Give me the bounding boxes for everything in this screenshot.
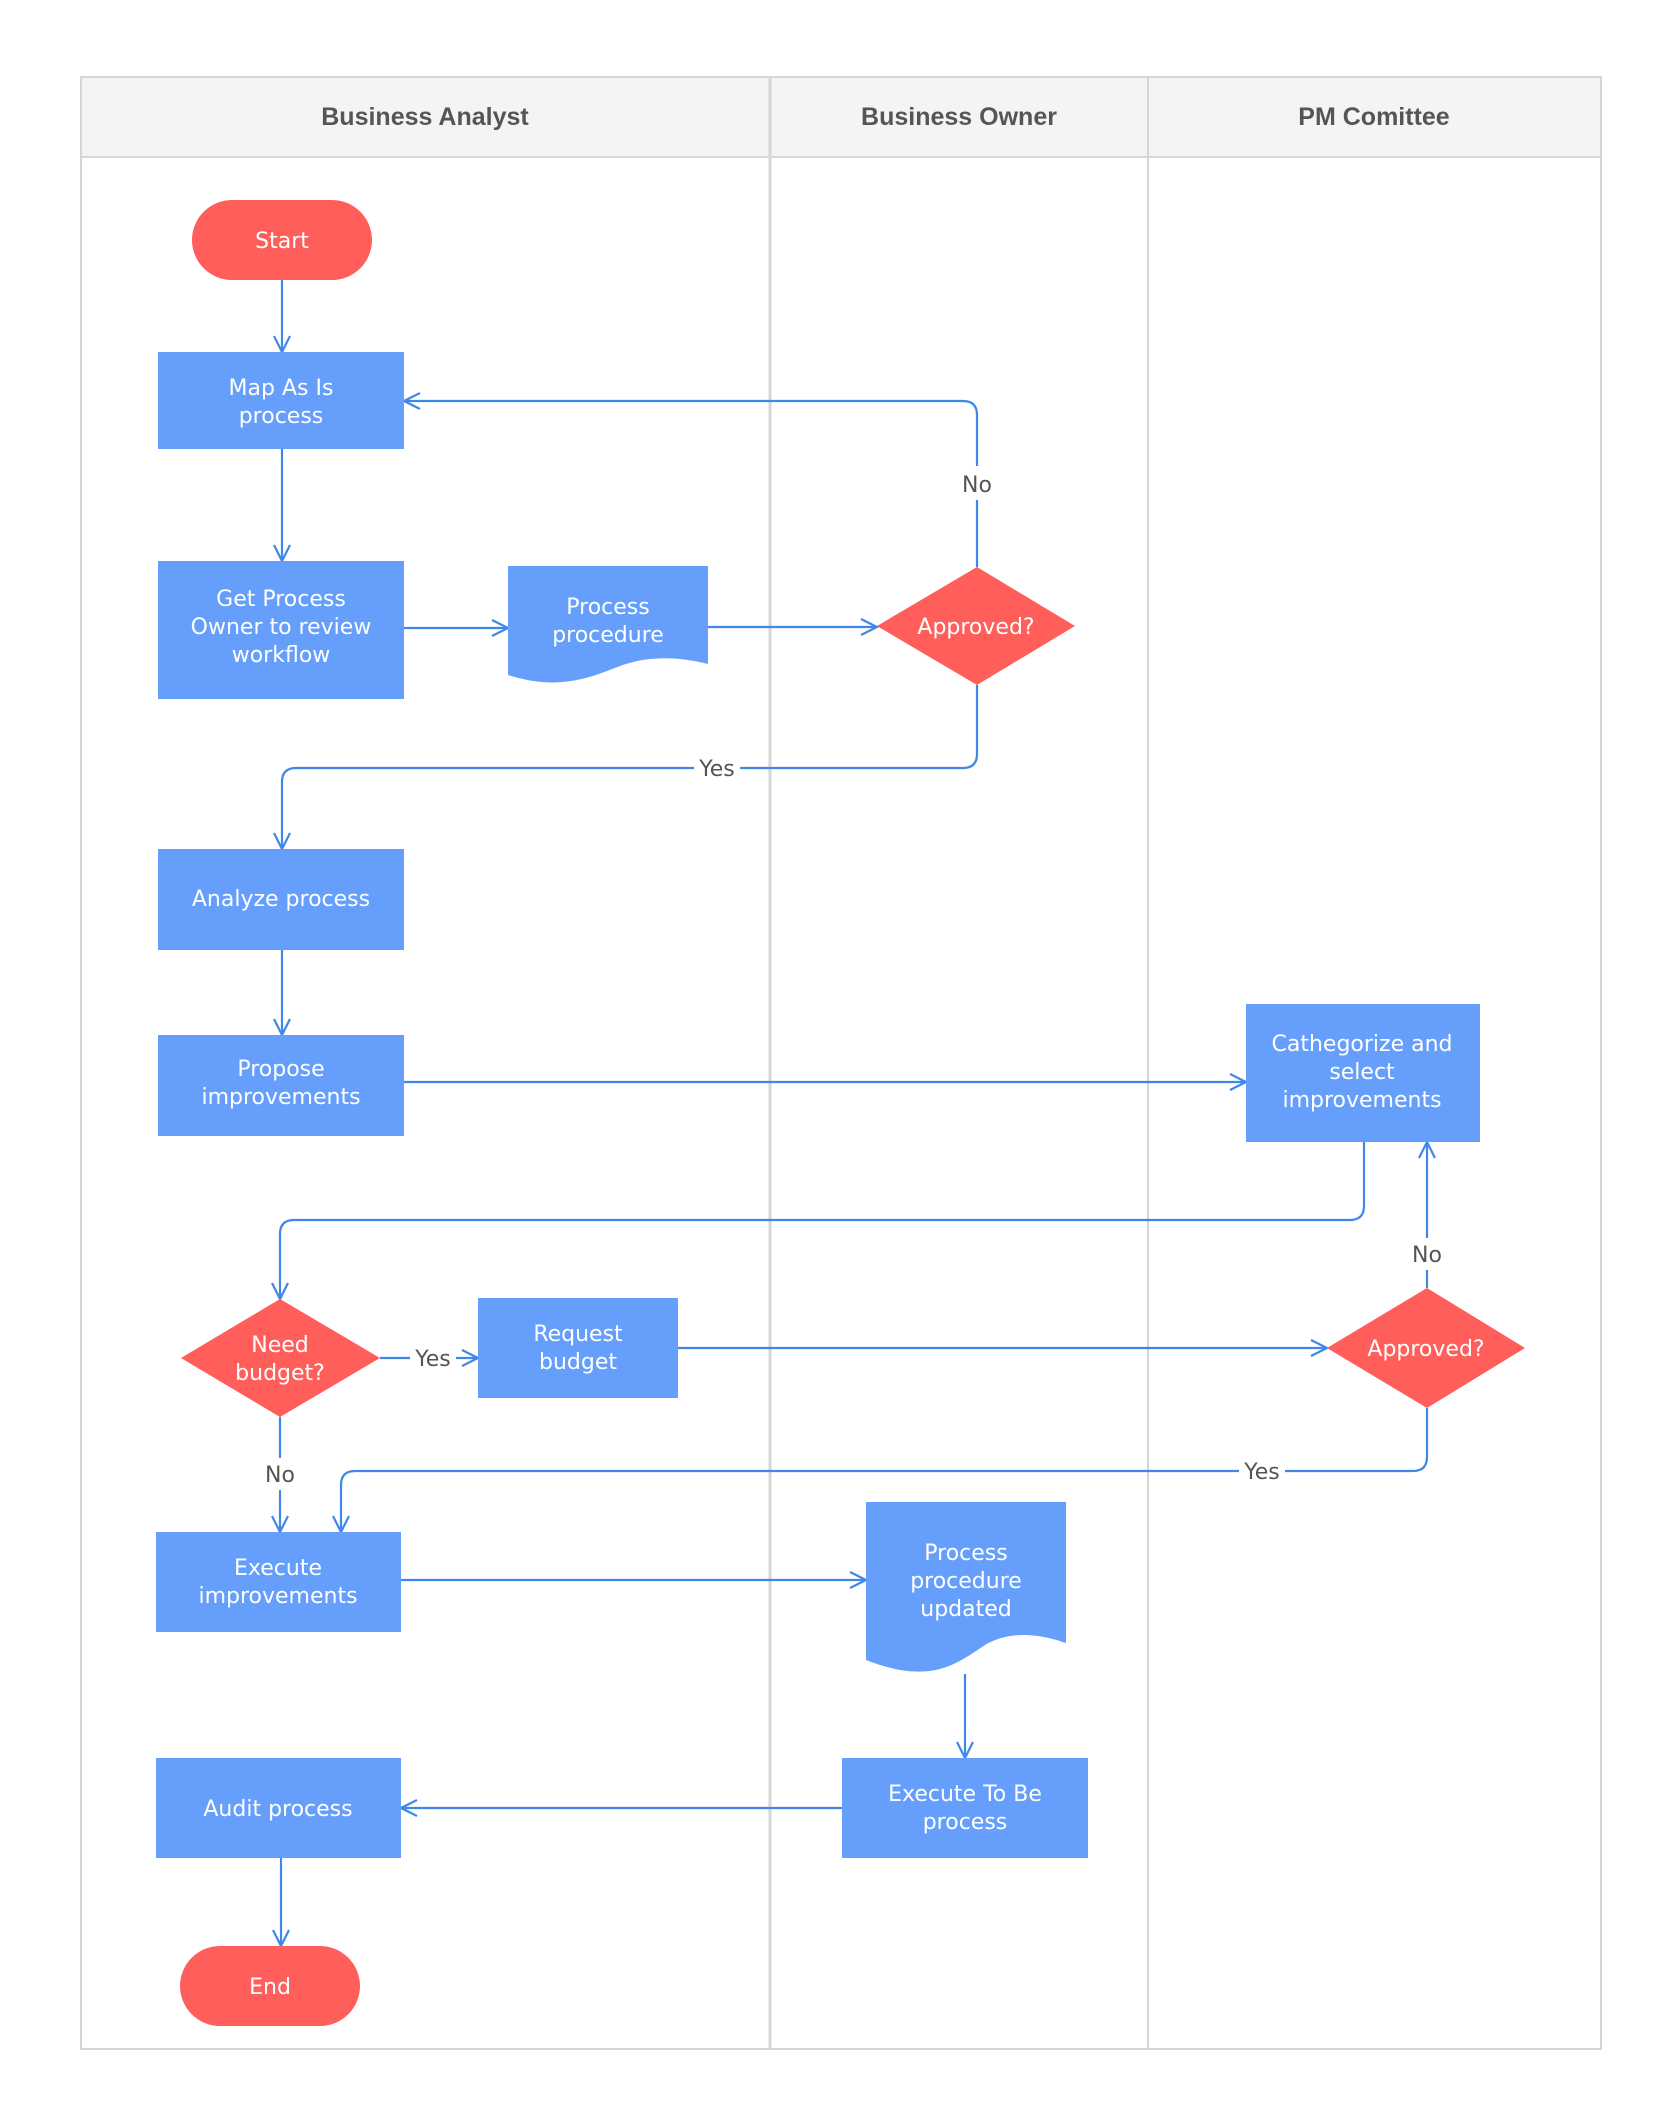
node-label: improvements: [198, 1584, 357, 1609]
need-budget-decision[interactable]: Need budget?: [181, 1299, 380, 1417]
edge-approved1-no-map[interactable]: [404, 399, 979, 567]
node-label: Start: [255, 229, 309, 254]
node-label: Approved?: [1367, 1337, 1484, 1362]
node-label: Get Process: [216, 587, 346, 612]
execute-improvements-node[interactable]: Execute improvements: [156, 1532, 401, 1632]
node-label: process: [239, 404, 324, 429]
lane-header-pm-comittee: PM Comittee: [1298, 103, 1450, 131]
edge-label-yes: Yes: [1243, 1460, 1280, 1485]
node-label: Analyze process: [192, 887, 370, 912]
node-label: Map As Is: [229, 376, 334, 401]
node-label: updated: [920, 1597, 1011, 1622]
process-procedure-document[interactable]: Process procedure: [508, 566, 708, 683]
node-label: budget?: [235, 1361, 325, 1386]
lane-header-business-owner: Business Owner: [861, 103, 1057, 131]
edge-categorize-needbudget[interactable]: [278, 1142, 1366, 1299]
node-label: Need: [251, 1333, 309, 1358]
node-label: Approved?: [917, 615, 1034, 640]
node-label: End: [249, 1975, 291, 2000]
lane-header-business-analyst: Business Analyst: [321, 103, 529, 131]
node-label: Process: [924, 1541, 1007, 1566]
execute-to-be-process-node[interactable]: Execute To Be process: [842, 1758, 1088, 1858]
edge-approved1-yes-analyze[interactable]: [280, 685, 979, 849]
node-label: Propose: [237, 1057, 324, 1082]
node-label: Execute To Be: [888, 1782, 1042, 1807]
node-label: select: [1329, 1060, 1395, 1085]
edge-label-yes: Yes: [414, 1347, 451, 1372]
node-label: Audit process: [203, 1797, 352, 1822]
process-procedure-updated-document[interactable]: Process procedure updated: [866, 1502, 1066, 1672]
get-process-owner-node[interactable]: Get Process Owner to review workflow: [158, 561, 404, 699]
edge-label-yes: Yes: [698, 757, 735, 782]
node-label: procedure: [910, 1569, 1022, 1594]
audit-process-node[interactable]: Audit process: [156, 1758, 401, 1858]
end-terminal[interactable]: End: [180, 1946, 360, 2026]
node-label: Execute: [234, 1556, 322, 1581]
swimlane-flowchart: Business Analyst Business Owner PM Comit…: [80, 76, 1602, 2050]
node-label: improvements: [1282, 1088, 1441, 1113]
node-label: procedure: [552, 623, 664, 648]
request-budget-node[interactable]: Request budget: [478, 1298, 678, 1398]
map-as-is-process-node[interactable]: Map As Is process: [158, 352, 404, 449]
node-label: workflow: [232, 643, 331, 668]
node-label: improvements: [201, 1085, 360, 1110]
node-label: Request: [533, 1322, 623, 1347]
edge-label-no: No: [265, 1463, 295, 1488]
edge-labels: No Yes Yes No No Yes: [263, 466, 1444, 1490]
cathegorize-select-improvements-node[interactable]: Cathegorize and select improvements: [1246, 1004, 1480, 1142]
node-label: budget: [539, 1350, 617, 1375]
approved-decision-1[interactable]: Approved?: [877, 567, 1075, 685]
node-label: process: [923, 1810, 1008, 1835]
propose-improvements-node[interactable]: Propose improvements: [158, 1035, 404, 1136]
approved-decision-2[interactable]: Approved?: [1327, 1288, 1525, 1408]
start-terminal[interactable]: Start: [192, 200, 372, 280]
node-label: Owner to review: [191, 615, 372, 640]
edge-label-no: No: [962, 473, 992, 498]
node-label: Process: [566, 595, 649, 620]
edge-label-no: No: [1412, 1243, 1442, 1268]
nodes: Start Map As Is process Get Process Owne…: [156, 200, 1525, 2026]
node-label: Cathegorize and: [1272, 1032, 1453, 1057]
analyze-process-node[interactable]: Analyze process: [158, 849, 404, 950]
